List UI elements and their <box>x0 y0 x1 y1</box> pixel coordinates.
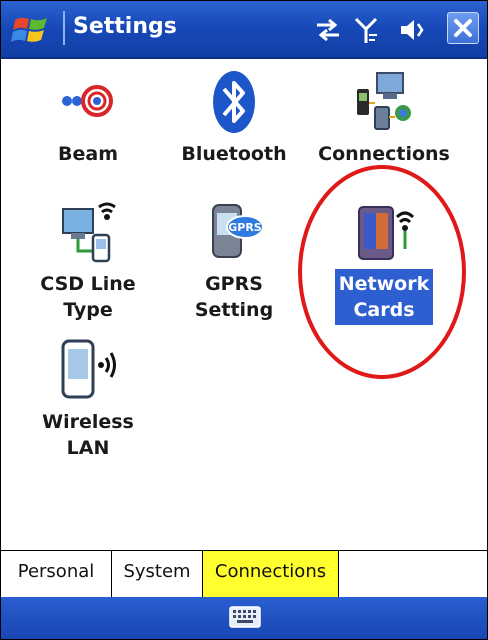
item-label: Network Cards <box>334 269 434 325</box>
wireless-lan-icon <box>61 339 116 399</box>
pocketpc-screen: Settings Beam Bluetooth Connections CSD … <box>0 0 488 640</box>
signal-antenna-icon[interactable] <box>351 15 381 45</box>
close-icon <box>454 19 472 37</box>
gprs-badge: GPRS <box>228 221 262 234</box>
tab-connections[interactable]: Connections <box>203 551 339 597</box>
connections-icon <box>357 72 411 130</box>
close-button[interactable] <box>447 12 479 44</box>
item-label: CSD Line Type <box>40 273 136 321</box>
title-bar: Settings <box>1 1 487 59</box>
beam-icon <box>62 85 113 117</box>
tab-personal[interactable]: Personal <box>1 551 112 597</box>
item-label: Wireless LAN <box>42 411 134 459</box>
item-label: Beam <box>58 143 118 165</box>
speaker-volume-icon[interactable] <box>397 15 427 45</box>
settings-item-network-cards[interactable]: Network Cards <box>309 197 459 325</box>
settings-item-wireless-lan[interactable]: Wireless LAN <box>13 335 163 463</box>
item-label: Bluetooth <box>181 143 287 165</box>
settings-item-connections[interactable]: Connections <box>309 67 459 169</box>
connectivity-arrows-icon[interactable] <box>313 15 343 45</box>
tab-strip: Personal System Connections <box>1 550 487 597</box>
gprs-icon: GPRS <box>212 204 264 258</box>
settings-item-gprs-setting[interactable]: GPRS GPRS Setting <box>159 197 309 325</box>
item-label: GPRS Setting <box>194 273 274 321</box>
bluetooth-icon <box>213 71 255 133</box>
settings-item-bluetooth[interactable]: Bluetooth <box>159 67 309 169</box>
csd-line-type-icon <box>62 202 116 263</box>
item-label: Connections <box>318 143 450 165</box>
title-divider <box>63 11 65 45</box>
windows-flag-icon[interactable] <box>9 10 53 50</box>
command-bar <box>1 597 487 639</box>
settings-item-beam[interactable]: Beam <box>13 67 163 169</box>
window-title: Settings <box>73 14 177 39</box>
tab-system[interactable]: System <box>112 551 203 597</box>
settings-item-csd-line-type[interactable]: CSD Line Type <box>13 197 163 325</box>
network-cards-icon <box>358 206 415 260</box>
keyboard-icon[interactable] <box>229 606 261 628</box>
